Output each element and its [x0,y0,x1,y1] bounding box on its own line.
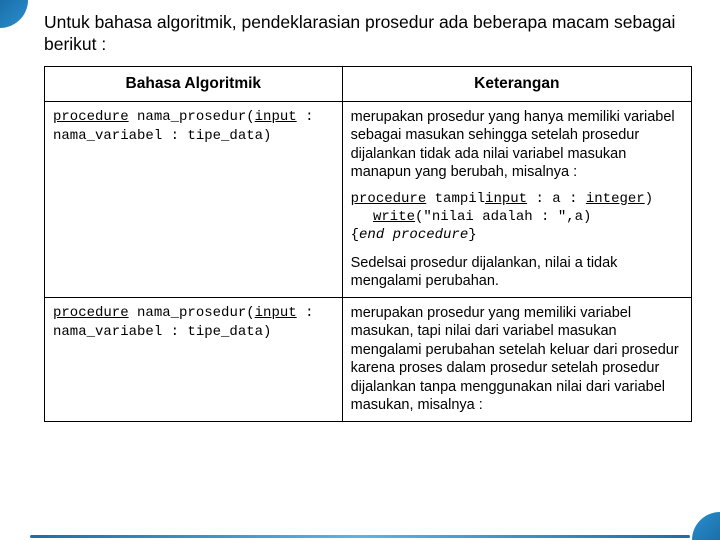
kw-input: input [255,109,297,125]
table-header-row: Bahasa Algoritmik Keterangan [45,66,692,101]
end-procedure: end procedure [359,227,468,243]
proc-name: nama_prosedur( [129,109,255,125]
kw-write: write [373,209,415,225]
kw-input: input [485,191,527,207]
ket-paragraph: Sedelsai prosedur dijalankan, nilai a ti… [351,254,683,291]
cell-keterangan-1: merupakan prosedur yang hanya memiliki v… [342,101,691,297]
ket-paragraph: merupakan prosedur yang hanya memiliki v… [351,108,683,182]
table-row: procedure nama_prosedur(input : nama_var… [45,101,692,297]
corner-decoration-top-left [0,0,28,28]
kw-procedure: procedure [53,305,129,321]
declaration-table: Bahasa Algoritmik Keterangan procedure n… [44,66,692,422]
kw-procedure: procedure [351,191,427,207]
header-keterangan: Keterangan [342,66,691,101]
page-title: Untuk bahasa algoritmik, pendeklarasian … [44,12,692,56]
bottom-accent-bar [30,535,690,538]
header-bahasa: Bahasa Algoritmik [45,66,343,101]
ket-code-example: procedure tampilinput : a : integer) wri… [351,191,683,245]
table-row: procedure nama_prosedur(input : nama_var… [45,297,692,421]
cell-bahasa-1: procedure nama_prosedur(input : nama_var… [45,101,343,297]
cell-bahasa-2: procedure nama_prosedur(input : nama_var… [45,297,343,421]
proc-name: nama_prosedur( [129,305,255,321]
corner-decoration-bottom-right [692,512,720,540]
slide-content: Untuk bahasa algoritmik, pendeklarasian … [44,12,692,422]
cell-keterangan-2: merupakan prosedur yang memiliki variabe… [342,297,691,421]
kw-procedure: procedure [53,109,129,125]
kw-integer: integer [586,191,645,207]
kw-input: input [255,305,297,321]
ket-paragraph: merupakan prosedur yang memiliki variabe… [351,304,683,415]
